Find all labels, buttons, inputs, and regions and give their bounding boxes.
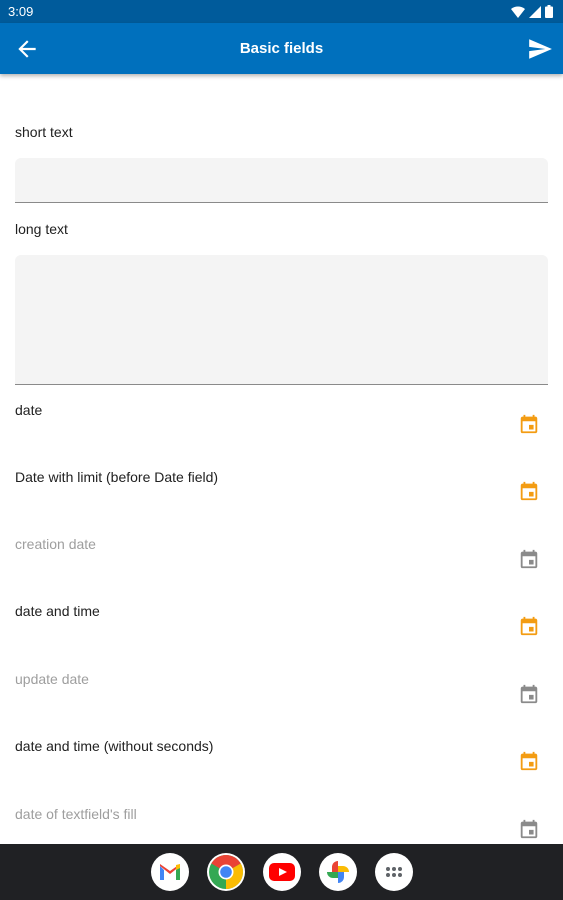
- calendar-icon[interactable]: [518, 480, 540, 502]
- date-with-limit-label: Date with limit (before Date field): [15, 469, 219, 485]
- wifi-icon: [511, 5, 525, 18]
- dock: [0, 844, 563, 900]
- form-content: short text long text date Date with limi…: [0, 74, 563, 844]
- creation-date-label: creation date: [15, 536, 96, 552]
- long-text-input[interactable]: [15, 255, 548, 385]
- short-text-input[interactable]: [15, 158, 548, 203]
- date-time-without-seconds-label: date and time (without seconds): [15, 738, 214, 754]
- calendar-icon[interactable]: [518, 615, 540, 637]
- send-icon[interactable]: [527, 36, 553, 62]
- calendar-icon[interactable]: [518, 413, 540, 435]
- textfield-fill-date-label: date of textfield's fill: [15, 806, 137, 822]
- date-label: date: [15, 402, 43, 418]
- date-and-time-label: date and time: [15, 603, 100, 619]
- app-bar: Basic fields: [0, 23, 563, 74]
- status-time: 3:09: [8, 4, 34, 19]
- status-icons: [511, 5, 553, 18]
- page-title: Basic fields: [239, 40, 324, 57]
- calendar-icon: [518, 683, 540, 705]
- calendar-icon: [518, 548, 540, 570]
- gmail-icon[interactable]: [150, 853, 189, 891]
- short-text-label: short text: [15, 124, 73, 140]
- calendar-icon: [518, 818, 540, 840]
- calendar-icon[interactable]: [518, 750, 540, 772]
- status-bar: 3:09: [0, 0, 563, 23]
- update-date-label: update date: [15, 671, 89, 687]
- chrome-icon[interactable]: [206, 853, 245, 891]
- youtube-icon[interactable]: [262, 853, 301, 891]
- photos-icon[interactable]: [318, 853, 357, 891]
- battery-icon: [545, 5, 553, 18]
- cellular-signal-icon: [529, 5, 541, 18]
- app-drawer-icon[interactable]: [374, 853, 413, 891]
- long-text-label: long text: [15, 221, 68, 237]
